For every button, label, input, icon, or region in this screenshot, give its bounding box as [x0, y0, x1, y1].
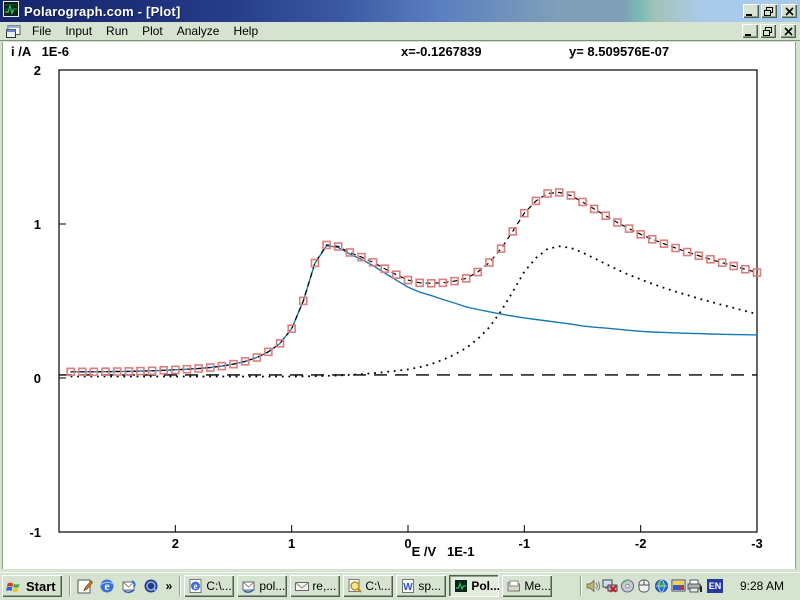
task-button-polarograph-active[interactable]: Pol...	[449, 575, 499, 597]
menu-bar: File Input Run Plot Analyze Help	[0, 22, 800, 41]
volume-icon[interactable]	[585, 578, 602, 594]
cd-drive-icon[interactable]	[619, 578, 636, 594]
task-button-search[interactable]: C:\...	[343, 575, 393, 597]
network-disconnected-icon[interactable]	[602, 578, 619, 594]
ie-document-icon: e	[189, 579, 203, 593]
plot-canvas[interactable]: 210-1-2-3210-1	[3, 42, 797, 569]
menu-run[interactable]: Run	[99, 22, 135, 40]
x-tick-label: -2	[635, 536, 647, 551]
y-tick-label: 1	[34, 217, 41, 232]
polarograph-icon	[454, 579, 468, 593]
display-settings-icon[interactable]	[670, 578, 687, 594]
data-point-marker	[602, 212, 609, 219]
taskbar-clock[interactable]: 9:28 AM	[726, 579, 792, 593]
taskbar-separator	[69, 576, 71, 596]
x-tick-label: 2	[172, 536, 179, 551]
y-tick-label: -1	[29, 525, 41, 540]
quick-launch-bar: e »	[74, 577, 177, 595]
menu-help[interactable]: Help	[226, 22, 265, 40]
window-title: Polarograph.com - [Plot]	[24, 4, 741, 19]
start-label: Start	[26, 579, 56, 594]
data-point-marker	[707, 256, 714, 263]
mdi-restore-button[interactable]	[760, 24, 776, 38]
mail-message-icon	[295, 579, 309, 593]
restore-button[interactable]	[761, 4, 777, 18]
tray-separator	[580, 576, 582, 596]
menu-plot[interactable]: Plot	[135, 22, 170, 40]
task-button-label: C:\...	[206, 579, 231, 593]
data-point-marker	[649, 236, 656, 243]
cursor-y-readout: y= 8.509576E-07	[569, 44, 669, 59]
minimize-button[interactable]	[743, 4, 759, 18]
quicktime-icon[interactable]	[142, 577, 160, 595]
data-point-marker	[626, 225, 633, 232]
x-tick-label: 1	[288, 536, 295, 551]
y-tick-label: 2	[34, 63, 41, 78]
task-button-label: pol...	[259, 579, 285, 593]
compose-message-icon[interactable]	[76, 577, 94, 595]
task-button-label: Me...	[524, 579, 551, 593]
task-button-me[interactable]: Me...	[502, 575, 552, 597]
app-icon[interactable]	[3, 1, 19, 22]
series-component-1-peak	[71, 246, 757, 372]
x-axis-title: E /V 1E-1	[358, 544, 528, 559]
mdi-close-button[interactable]	[780, 24, 796, 38]
folder-icon	[507, 579, 521, 593]
series-measured-data-with-total-fit	[71, 192, 757, 371]
windows-logo-icon	[5, 579, 23, 594]
data-point-marker	[579, 198, 586, 205]
start-button[interactable]: Start	[2, 575, 62, 597]
task-button-word[interactable]: W sp...	[396, 575, 446, 597]
mouse-icon[interactable]	[636, 578, 653, 594]
svg-text:e: e	[104, 579, 110, 593]
mdi-minimize-button[interactable]	[742, 24, 758, 38]
title-bar: Polarograph.com - [Plot]	[0, 0, 800, 22]
svg-text:e: e	[194, 581, 198, 591]
data-point-marker	[742, 266, 749, 273]
svg-text:W: W	[404, 582, 414, 593]
data-point-marker	[719, 259, 726, 266]
task-button-pol[interactable]: pol...	[237, 575, 287, 597]
internet-explorer-icon[interactable]: e	[98, 577, 116, 595]
taskbar: Start e » e C:\... pol...	[0, 572, 800, 600]
menu-file[interactable]: File	[25, 22, 58, 40]
data-point-marker	[393, 271, 400, 278]
printer-icon[interactable]	[687, 578, 704, 594]
outlook-express-icon	[242, 579, 256, 593]
menu-input[interactable]: Input	[58, 22, 99, 40]
y-axis-title: i /A 1E-6	[11, 44, 69, 59]
system-tray: EN 9:28 AM	[575, 574, 798, 598]
cursor-x-readout: x=-0.1267839	[401, 44, 482, 59]
plot-client-area: 210-1-2-3210-1 i /A 1E-6 x=-0.1267839 y=…	[2, 42, 796, 569]
plot-frame	[59, 70, 757, 532]
close-button[interactable]	[781, 4, 797, 18]
taskbar-separator	[179, 576, 181, 596]
word-document-icon: W	[401, 579, 415, 593]
data-point-marker	[684, 249, 691, 256]
menu-analyze[interactable]: Analyze	[170, 22, 227, 40]
search-document-icon	[348, 579, 362, 593]
outlook-express-icon[interactable]	[120, 577, 138, 595]
task-button-label: sp...	[418, 579, 441, 593]
task-button-ie-document[interactable]: e C:\...	[184, 575, 234, 597]
y-tick-label: 0	[34, 371, 41, 386]
task-button-label: Pol...	[471, 579, 499, 593]
language-indicator[interactable]: EN	[707, 579, 723, 593]
task-button-re[interactable]: re,...	[290, 575, 340, 597]
task-button-label: C:\...	[365, 579, 390, 593]
series-component-2-peak	[71, 246, 757, 376]
internet-globe-icon[interactable]	[653, 578, 670, 594]
quick-launch-overflow-chevron[interactable]: »	[164, 579, 175, 593]
desktop-screen: Polarograph.com - [Plot] File Input Run …	[0, 0, 800, 600]
x-tick-label: -3	[751, 536, 763, 551]
task-button-label: re,...	[312, 579, 336, 593]
mdi-child-icon[interactable]	[6, 25, 21, 38]
